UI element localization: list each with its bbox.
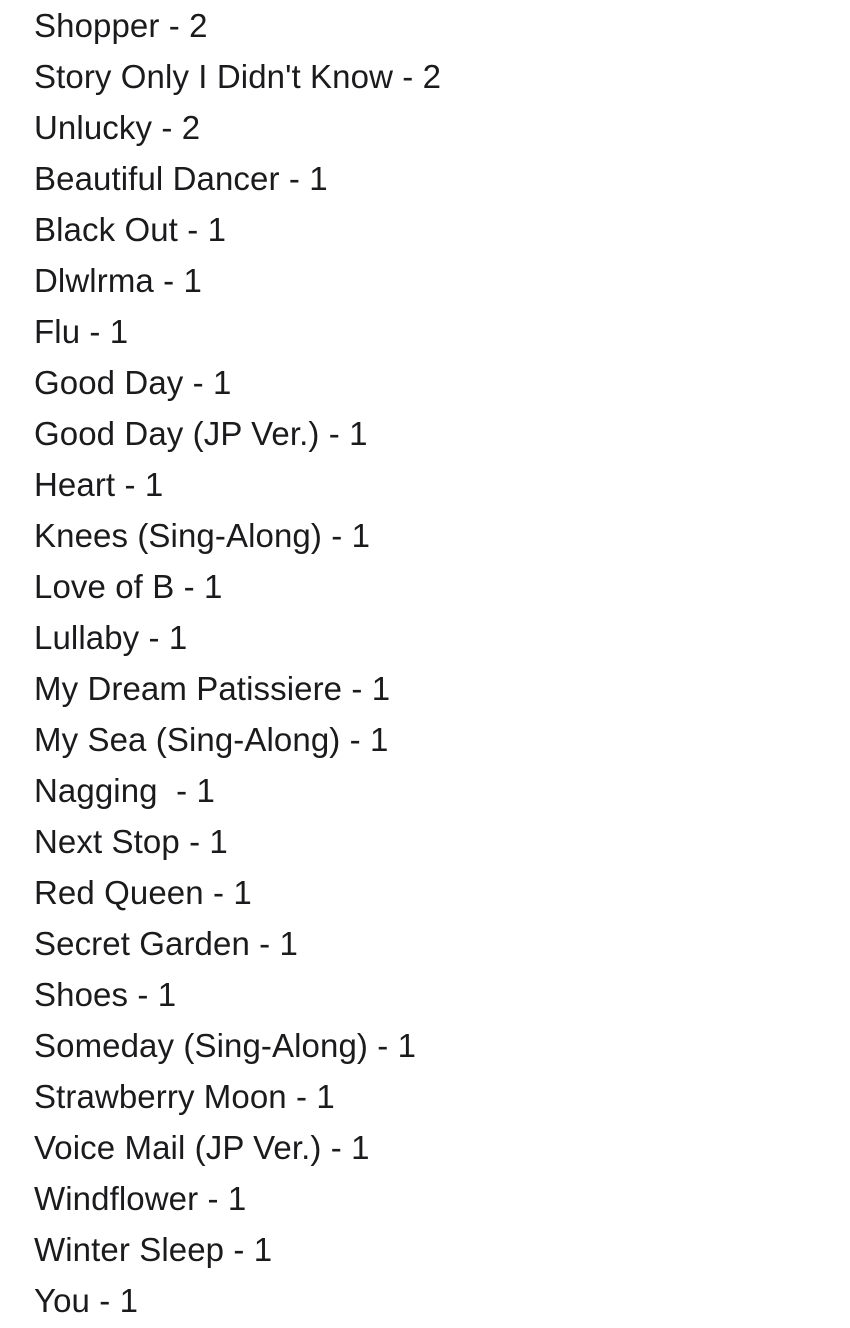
- list-item: Flu - 1: [34, 313, 129, 350]
- list-item: My Dream Patissiere - 1: [34, 670, 391, 707]
- song-tally-list: Shopper - 2 Story Only I Didn't Know - 2 U…: [34, 0, 824, 1326]
- list-item: You - 1: [34, 1282, 139, 1319]
- list-item: Story Only I Didn't Know - 2: [34, 58, 442, 95]
- list-item: Winter Sleep - 1: [34, 1231, 273, 1268]
- list-item: Love of B - 1: [34, 568, 223, 605]
- list-item: Shoes - 1: [34, 976, 177, 1013]
- list-item: Black Out - 1: [34, 211, 227, 248]
- list-item: Knees (Sing-Along) - 1: [34, 517, 371, 554]
- list-item: Red Queen - 1: [34, 874, 252, 911]
- list-item: Nagging - 1: [34, 772, 215, 809]
- list-item: Voice Mail (JP Ver.) - 1: [34, 1129, 370, 1166]
- list-item: Good Day - 1: [34, 364, 232, 401]
- list-item: Secret Garden - 1: [34, 925, 298, 962]
- list-item: Windflower - 1: [34, 1180, 247, 1217]
- list-item: Good Day (JP Ver.) - 1: [34, 415, 368, 452]
- list-item: Lullaby - 1: [34, 619, 188, 656]
- list-item: Beautiful Dancer - 1: [34, 160, 328, 197]
- list-item: Strawberry Moon - 1: [34, 1078, 335, 1115]
- list-item: Unlucky - 2: [34, 109, 201, 146]
- list-item: Dlwlrma - 1: [34, 262, 202, 299]
- list-item: My Sea (Sing-Along) - 1: [34, 721, 389, 758]
- list-item: Someday (Sing-Along) - 1: [34, 1027, 417, 1064]
- list-item: Shopper - 2: [34, 7, 208, 44]
- list-item: Next Stop - 1: [34, 823, 228, 860]
- list-item: Heart - 1: [34, 466, 164, 503]
